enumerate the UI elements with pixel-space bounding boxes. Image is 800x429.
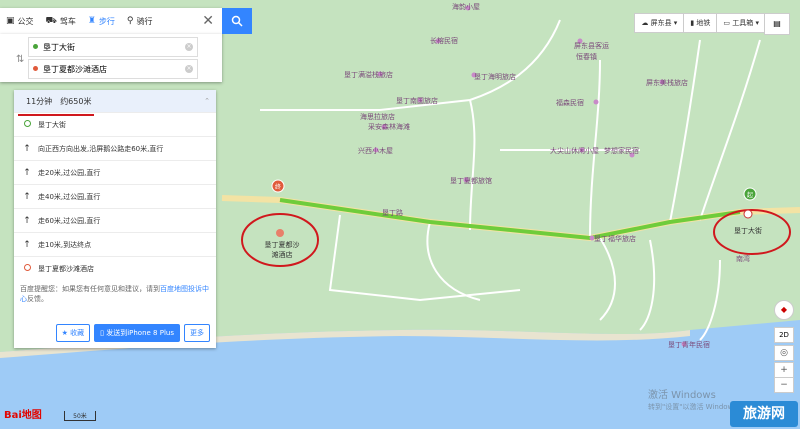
step-text: 走10米,到达终点	[38, 240, 92, 249]
map-label: 垦丁南国旅店	[396, 97, 438, 105]
locate-icon[interactable]: ◎	[774, 345, 794, 361]
origin-dot-icon	[33, 44, 38, 49]
search-icon	[231, 15, 243, 27]
step-item[interactable]: ↑ 向正西方向出发,沿屏鹅公路走60米,直行	[14, 136, 216, 160]
subway-button[interactable]: ▮ 地铁	[683, 13, 718, 33]
travel-mode-tabs: ▣ 公交 ⛟ 驾车 ♜ 步行 ⚲ 骑行 ✕	[0, 8, 222, 35]
time-underline-annotation	[18, 114, 94, 116]
destination-dot-icon	[33, 66, 38, 71]
map-label: 海韵小屋	[452, 3, 480, 11]
hotel-poi-icon	[276, 229, 284, 237]
start-dot-icon	[23, 119, 31, 127]
step-text: 垦丁大街	[38, 120, 66, 129]
activation-watermark: 激活 Windows	[648, 390, 716, 401]
region-selector[interactable]: ☁ 屏东县 ▾	[634, 13, 685, 33]
step-item[interactable]: ↑ 走40米,过公园,直行	[14, 184, 216, 208]
step-text: 垦丁夏都沙滩酒店	[38, 264, 94, 273]
compass-icon[interactable]: ◆	[774, 300, 794, 320]
tab-label: 步行	[98, 16, 115, 26]
route-distance: 约650米	[60, 96, 92, 106]
favorite-button[interactable]: ★ 收藏	[55, 324, 91, 342]
map-label: 梦想家民宿	[604, 147, 639, 155]
chat-icon: ▤	[773, 19, 781, 28]
arrow-up-icon: ↑	[23, 239, 31, 250]
tab-label: 骑行	[136, 16, 153, 26]
bus-icon: ▣	[6, 16, 15, 26]
step-text: 走60米,过公园,直行	[38, 216, 101, 225]
zoom-in-button[interactable]: +	[774, 362, 794, 378]
map-toolbar: ☁ 屏东县 ▾ ▮ 地铁 ▭ 工具箱 ▾	[634, 13, 766, 33]
map-label: 福森民宿	[556, 99, 584, 107]
arrow-up-icon: ↑	[23, 191, 31, 202]
map-label: 长榕民宿	[430, 37, 458, 45]
map-label: 恒春镇	[576, 53, 597, 61]
route-summary[interactable]: 11分钟 约650米 ⌃	[14, 90, 216, 112]
route-actions: ★ 收藏 ▯ 发送到iPhone 8 Plus 更多	[14, 324, 216, 342]
route-time: 11分钟	[26, 96, 53, 106]
map-label: 垦丁青年民宿	[668, 341, 710, 349]
bike-icon: ⚲	[126, 16, 134, 26]
map-label: 垦丁海明旅店	[474, 73, 516, 81]
search-button[interactable]	[222, 8, 252, 34]
route-inputs: ⇅ 垦丁大街 × 垦丁夏都沙滩酒店 ×	[0, 34, 222, 82]
map-label: 屏东美栈旅店	[646, 79, 688, 87]
baidu-logo: Bai地图	[4, 410, 42, 421]
map-label: 大尖山休闲小屋	[550, 147, 599, 155]
arrow-up-icon: ↑	[23, 167, 31, 178]
car-icon: ⛟	[45, 15, 57, 26]
scale-bar: 50米	[64, 411, 96, 421]
send-to-phone-button[interactable]: ▯ 发送到iPhone 8 Plus	[94, 324, 180, 342]
map-label: 采安森林海滩	[368, 123, 410, 131]
map-label: 海思拉旅店	[360, 113, 395, 121]
tab-car[interactable]: ⛟ 驾车	[40, 8, 82, 34]
origin-field[interactable]: 垦丁大街 ×	[28, 37, 198, 57]
zoom-out-button[interactable]: −	[774, 377, 794, 393]
destination-value: 垦丁夏都沙滩酒店	[43, 64, 107, 74]
2d-toggle[interactable]: 2D	[774, 327, 794, 343]
chevron-up-icon[interactable]: ⌃	[204, 97, 210, 105]
map-label: 南湾	[736, 255, 750, 263]
map-label: 兴西小木屋	[358, 147, 393, 155]
step-item[interactable]: ↑ 走10米,到达终点	[14, 232, 216, 256]
feedback-chat-button[interactable]: ▤	[764, 13, 790, 35]
map-label: 垦丁福华旅店	[594, 235, 636, 243]
arrow-up-icon: ↑	[23, 143, 31, 154]
arrow-up-icon: ↑	[23, 215, 31, 226]
walk-icon: ♜	[87, 16, 96, 26]
tab-label: 驾车	[59, 16, 76, 26]
step-text: 走40米,过公园,直行	[38, 192, 101, 201]
step-item[interactable]: ↑ 走20米,过公园,直行	[14, 160, 216, 184]
tab-label: 公交	[17, 16, 34, 26]
map-label: 垦丁满溢栈旅店	[344, 71, 393, 79]
step-item[interactable]: ↑ 走60米,过公园,直行	[14, 208, 216, 232]
street-poi-icon	[743, 209, 753, 219]
end-dot-icon	[23, 263, 31, 271]
clear-destination-icon[interactable]: ×	[185, 65, 193, 73]
step-text: 向正西方向出发,沿屏鹅公路走60米,直行	[38, 144, 164, 153]
destination-field[interactable]: 垦丁夏都沙滩酒店 ×	[28, 59, 198, 79]
tab-bike[interactable]: ⚲ 骑行	[121, 8, 159, 34]
map-label: 垦丁夏都沙滩酒店	[264, 241, 300, 259]
start-marker-label: 起	[747, 192, 754, 199]
more-button[interactable]: 更多	[184, 324, 210, 342]
tab-walk[interactable]: ♜ 步行	[82, 8, 121, 34]
origin-value: 垦丁大街	[43, 42, 75, 52]
step-text: 走20米,过公园,直行	[38, 168, 101, 177]
site-brand-badge: 旅游网	[730, 401, 798, 427]
close-icon[interactable]: ✕	[202, 13, 214, 29]
tab-bus[interactable]: ▣ 公交	[0, 8, 40, 34]
map-label: 垦丁大街	[734, 227, 762, 235]
map-label: 屏东县客运	[574, 42, 609, 50]
swap-icon[interactable]: ⇅	[16, 54, 24, 65]
map-label: 垦丁夏都旅馆	[450, 177, 492, 185]
end-marker-label: 终	[275, 184, 282, 191]
route-steps-panel: 11分钟 约650米 ⌃ 垦丁大街 ↑ 向正西方向出发,沿屏鹅公路走60米,直行 …	[14, 90, 216, 348]
step-item[interactable]: 垦丁夏都沙滩酒店	[14, 256, 216, 280]
map-label: 垦丁路	[382, 209, 403, 217]
clear-origin-icon[interactable]: ×	[185, 43, 193, 51]
feedback-note: 百度提醒您：如果您有任何意见和建议，请到百度地图投诉中心反馈。	[20, 285, 209, 303]
tools-button[interactable]: ▭ 工具箱 ▾	[716, 13, 766, 33]
